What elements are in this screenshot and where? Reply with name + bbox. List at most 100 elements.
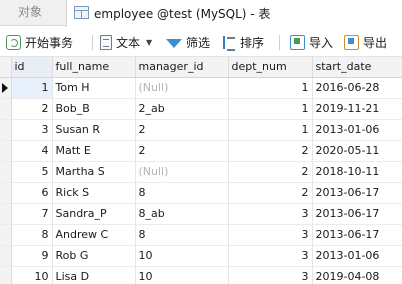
cell-id[interactable]: 4 [11, 140, 53, 162]
cell-id[interactable]: 10 [11, 266, 53, 284]
cell-full-name[interactable]: Susan R [52, 119, 136, 141]
cell-dept-num[interactable]: 1 [228, 119, 313, 141]
cell-manager-id[interactable]: 2 [135, 140, 229, 162]
cell-manager-id[interactable]: 10 [135, 266, 229, 284]
cell-start-date[interactable]: 2013-01-06 [312, 119, 402, 141]
chevron-down-icon: ▼ [146, 37, 153, 47]
table-row[interactable]: 1 Tom H (Null) 1 2016-06-28 [0, 77, 402, 99]
row-selector[interactable] [0, 266, 12, 284]
cell-start-date[interactable]: 2019-11-21 [312, 98, 402, 120]
row-selector[interactable] [0, 182, 12, 204]
import-button[interactable]: 导入 [290, 27, 333, 57]
cell-start-date[interactable]: 2019-04-08 [312, 266, 402, 284]
row-selector[interactable] [0, 77, 12, 99]
cell-dept-num[interactable]: 3 [228, 203, 313, 225]
filter-icon [166, 38, 182, 48]
cell-id[interactable]: 3 [11, 119, 53, 141]
row-selector[interactable] [0, 203, 12, 225]
column-header-manager-id[interactable]: manager_id [135, 57, 229, 78]
row-selector[interactable] [0, 245, 12, 267]
cell-dept-num[interactable]: 2 [228, 140, 313, 162]
export-label: 导出 [363, 35, 388, 50]
table-row[interactable]: 10 Lisa D 10 3 2019-04-08 [0, 266, 402, 284]
row-selector[interactable] [0, 119, 12, 141]
cell-manager-id[interactable]: 2 [135, 119, 229, 141]
cell-dept-num[interactable]: 1 [228, 77, 313, 99]
cell-dept-num[interactable]: 2 [228, 182, 313, 204]
cell-manager-id[interactable]: 2_ab [135, 98, 229, 120]
row-selector-header[interactable] [0, 57, 12, 78]
cell-dept-num[interactable]: 1 [228, 98, 313, 120]
row-selector[interactable] [0, 224, 12, 246]
cell-dept-num[interactable]: 3 [228, 245, 313, 267]
cell-start-date[interactable]: 2020-05-11 [312, 140, 402, 162]
text-label: 文本 [116, 35, 141, 50]
cell-start-date[interactable]: 2013-01-06 [312, 245, 402, 267]
cell-manager-id[interactable]: (Null) [135, 77, 229, 99]
table-row[interactable]: 8 Andrew C 8 3 2013-06-17 [0, 224, 402, 246]
row-selector[interactable] [0, 98, 12, 120]
cell-start-date[interactable]: 2013-06-17 [312, 224, 402, 246]
import-icon [290, 34, 305, 50]
column-header-dept-num[interactable]: dept_num [228, 57, 313, 78]
cell-full-name[interactable]: Rick S [52, 182, 136, 204]
table-row[interactable]: 3 Susan R 2 1 2013-01-06 [0, 119, 402, 141]
begin-transaction-icon [6, 34, 21, 50]
cell-manager-id[interactable]: 8 [135, 224, 229, 246]
cell-start-date[interactable]: 2018-10-11 [312, 161, 402, 183]
table-row[interactable]: 9 Rob G 10 3 2013-01-06 [0, 245, 402, 267]
export-button[interactable]: 导出 [344, 27, 387, 57]
sort-button[interactable]: 排序 [221, 27, 264, 57]
cell-full-name[interactable]: Tom H [52, 77, 136, 99]
tab-employee-table[interactable]: employee @test (MySQL) - 表 [66, 0, 402, 27]
table-icon [74, 6, 89, 19]
tab-objects[interactable]: 对象 [0, 0, 60, 26]
current-row-marker-icon [2, 82, 8, 93]
cell-dept-num[interactable]: 3 [228, 224, 313, 246]
cell-dept-num[interactable]: 2 [228, 161, 313, 183]
cell-manager-id[interactable]: 10 [135, 245, 229, 267]
begin-transaction-label: 开始事务 [25, 35, 74, 50]
cell-manager-id[interactable]: (Null) [135, 161, 229, 183]
cell-start-date[interactable]: 2013-06-17 [312, 182, 402, 204]
cell-full-name[interactable]: Rob G [52, 245, 136, 267]
cell-full-name[interactable]: Matt E [52, 140, 136, 162]
column-header-start-date[interactable]: start_date [312, 57, 402, 78]
cell-id[interactable]: 7 [11, 203, 53, 225]
tab-label: employee @test (MySQL) - 表 [94, 7, 271, 21]
row-selector[interactable] [0, 140, 12, 162]
text-icon [100, 34, 112, 50]
employee-table: id full_name manager_id dept_num start_d… [0, 57, 402, 284]
table-row[interactable]: 4 Matt E 2 2 2020-05-11 [0, 140, 402, 162]
row-selector[interactable] [0, 161, 12, 183]
cell-start-date[interactable]: 2016-06-28 [312, 77, 402, 99]
header-row: id full_name manager_id dept_num start_d… [0, 57, 402, 78]
filter-button[interactable]: 筛选 [166, 27, 210, 57]
table-row[interactable]: 2 Bob_B 2_ab 1 2019-11-21 [0, 98, 402, 120]
cell-id[interactable]: 5 [11, 161, 53, 183]
toolbar: 开始事务 文本 ▼ 筛选 排序 导入 导出 [0, 27, 402, 57]
column-header-id[interactable]: id [11, 57, 53, 78]
cell-full-name[interactable]: Lisa D [52, 266, 136, 284]
cell-full-name[interactable]: Bob_B [52, 98, 136, 120]
table-row[interactable]: 6 Rick S 8 2 2013-06-17 [0, 182, 402, 204]
cell-full-name[interactable]: Andrew C [52, 224, 136, 246]
toolbar-divider [279, 35, 280, 50]
cell-id[interactable]: 2 [11, 98, 53, 120]
cell-full-name[interactable]: Sandra_P [52, 203, 136, 225]
begin-transaction-button[interactable]: 开始事务 [6, 27, 73, 57]
cell-id[interactable]: 8 [11, 224, 53, 246]
cell-id[interactable]: 6 [11, 182, 53, 204]
table-row[interactable]: 7 Sandra_P 8_ab 3 2013-06-17 [0, 203, 402, 225]
cell-start-date[interactable]: 2013-06-17 [312, 203, 402, 225]
column-header-full-name[interactable]: full_name [52, 57, 136, 78]
table-row[interactable]: 5 Martha S (Null) 2 2018-10-11 [0, 161, 402, 183]
cell-full-name[interactable]: Martha S [52, 161, 136, 183]
import-label: 导入 [309, 35, 334, 50]
text-button[interactable]: 文本 ▼ [100, 27, 152, 57]
cell-manager-id[interactable]: 8_ab [135, 203, 229, 225]
cell-dept-num[interactable]: 3 [228, 266, 313, 284]
cell-manager-id[interactable]: 8 [135, 182, 229, 204]
cell-id[interactable]: 9 [11, 245, 53, 267]
cell-id[interactable]: 1 [11, 77, 53, 99]
